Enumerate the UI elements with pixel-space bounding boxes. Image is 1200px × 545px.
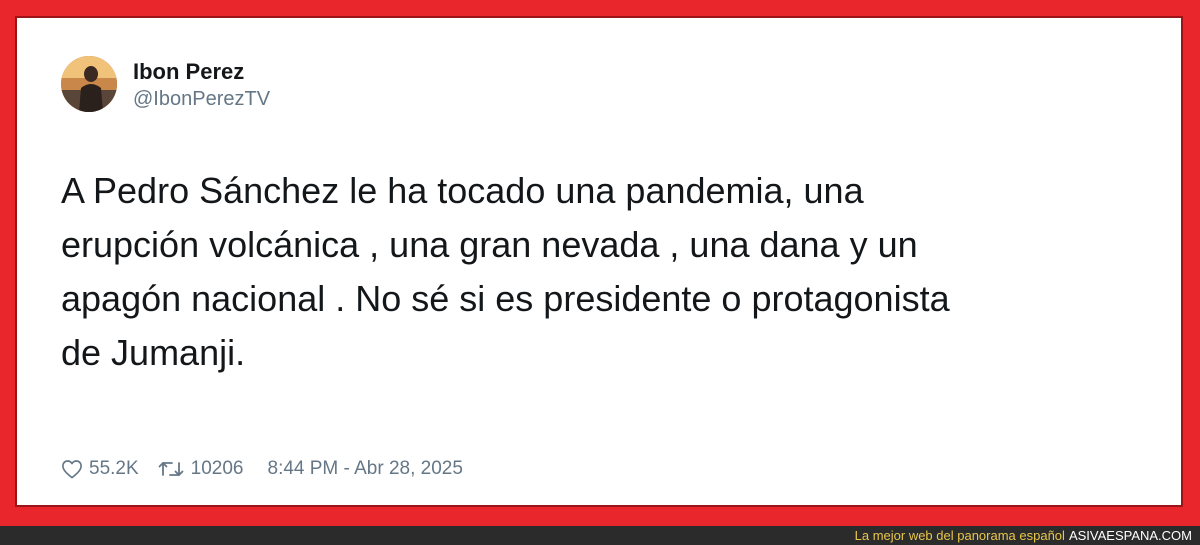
like-button[interactable]: 55.2K xyxy=(61,458,139,480)
avatar[interactable] xyxy=(61,56,117,112)
tweet-actions: 55.2K 10206 8:44 PM - Abr 28, 2025 xyxy=(61,458,463,480)
footer-slogan: La mejor web del panorama español xyxy=(854,528,1065,543)
author-handle[interactable]: @IbonPerezTV xyxy=(133,88,270,111)
site-footer: La mejor web del panorama español ASIVAES… xyxy=(855,527,1192,545)
retweet-icon xyxy=(158,462,184,476)
footer-site-link[interactable]: ASIVAESPANA.COM xyxy=(1069,528,1192,543)
like-count: 55.2K xyxy=(89,458,139,479)
red-frame: Ibon Perez @IbonPerezTV A Pedro Sánchez … xyxy=(0,0,1200,526)
heart-outline-icon xyxy=(62,460,82,479)
avatar-photo-icon xyxy=(61,56,117,112)
retweet-count: 10206 xyxy=(190,458,244,479)
retweet-button[interactable]: 10206 xyxy=(157,458,244,480)
tweet-text: A Pedro Sánchez le ha tocado una pandemi… xyxy=(61,170,950,373)
tweet-card: Ibon Perez @IbonPerezTV A Pedro Sánchez … xyxy=(15,16,1183,507)
author-name[interactable]: Ibon Perez xyxy=(133,59,244,85)
tweet-timestamp[interactable]: 8:44 PM - Abr 28, 2025 xyxy=(268,458,463,480)
